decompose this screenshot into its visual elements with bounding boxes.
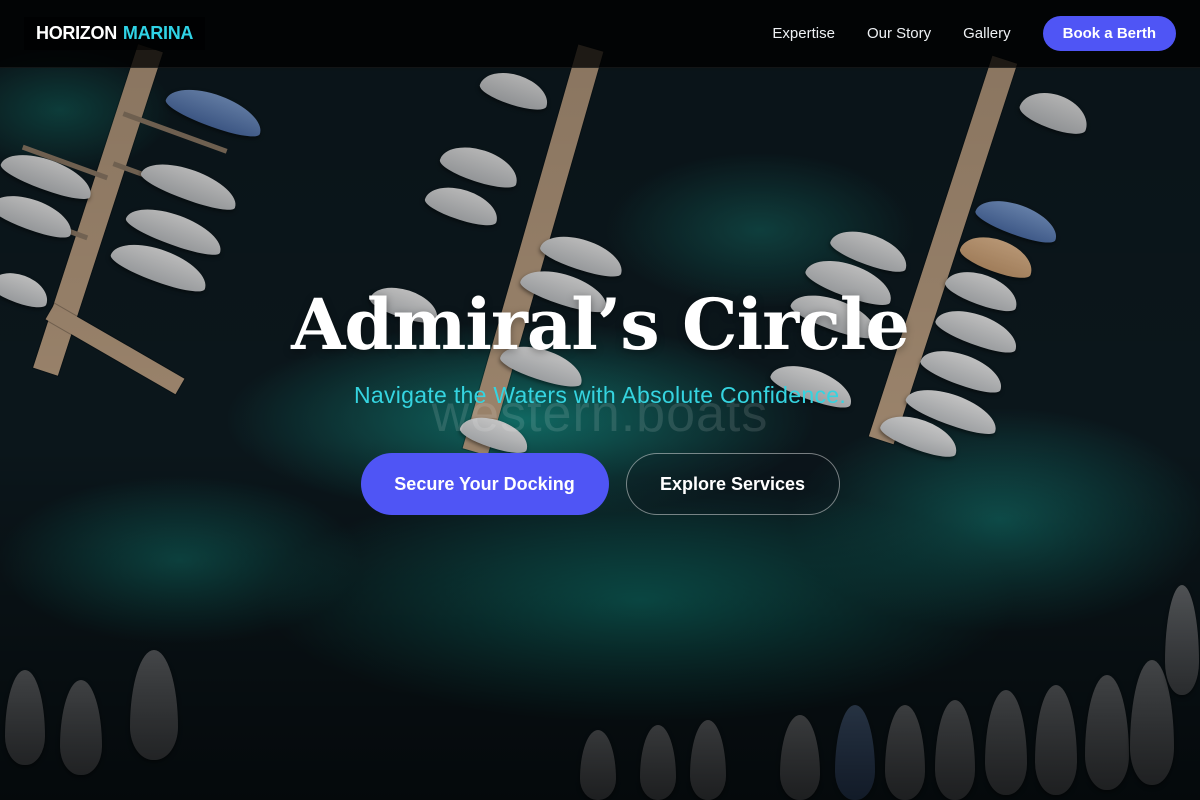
nav-link-expertise[interactable]: Expertise [772, 25, 835, 42]
hero-subtitle: Navigate the Waters with Absolute Confid… [353, 382, 847, 408]
brand-name-accent: MARINA [122, 23, 194, 43]
nav-links: Expertise Our Story Gallery Book a Berth [772, 16, 1176, 51]
secure-docking-button[interactable]: Secure Your Docking [360, 453, 609, 515]
top-navigation: HORIZON MARINA Expertise Our Story Galle… [0, 0, 1200, 68]
hero-actions: Secure Your Docking Explore Services [0, 453, 1200, 515]
nav-link-our-story[interactable]: Our Story [867, 25, 931, 42]
hero-content: Admiral’s Circle Navigate the Waters wit… [0, 280, 1200, 515]
brand-name-primary: HORIZON [36, 23, 117, 43]
explore-services-button[interactable]: Explore Services [625, 453, 840, 515]
book-berth-button[interactable]: Book a Berth [1042, 16, 1176, 51]
brand-logo[interactable]: HORIZON MARINA [24, 17, 206, 50]
hero-title: Admiral’s Circle [291, 283, 910, 366]
nav-link-gallery[interactable]: Gallery [963, 25, 1011, 42]
